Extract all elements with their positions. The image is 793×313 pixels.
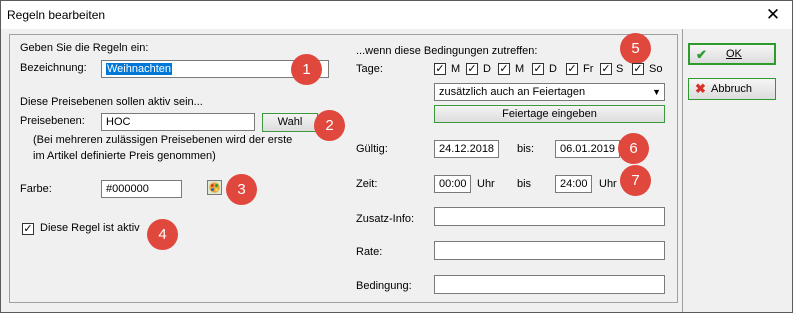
ok-label: OK: [726, 48, 742, 60]
price-levels-label: Preisebenen:: [20, 115, 85, 127]
day-label-mon: M: [451, 63, 461, 75]
note-line-2: im Artikel definierte Preis genommen): [33, 150, 216, 162]
color-label: Farbe:: [20, 183, 52, 195]
time-from-input[interactable]: 00:00: [434, 175, 471, 193]
time-to-value: 24:00: [560, 178, 588, 190]
valid-to-label: bis:: [517, 143, 535, 155]
time-from-unit: Uhr: [477, 178, 495, 190]
condition-input[interactable]: [434, 275, 665, 294]
rules-panel: Geben Sie die Regeln ein: Bezeichnung: W…: [9, 33, 678, 303]
valid-label: Gültig:: [356, 143, 388, 155]
valid-from-input[interactable]: 24.12.2018: [434, 140, 499, 158]
color-picker-button[interactable]: [207, 180, 222, 195]
intro-label: Geben Sie die Regeln ein:: [20, 42, 149, 54]
day-label-sat: S: [616, 63, 624, 75]
day-checkbox-mon[interactable]: ✓: [434, 63, 446, 75]
day-label-sun: So: [649, 63, 663, 75]
time-to-input[interactable]: 24:00: [555, 175, 592, 193]
annotation-badge-5: 5: [620, 33, 651, 64]
day-label-thu: D: [549, 63, 557, 75]
valid-from-value: 24.12.2018: [439, 143, 495, 155]
annotation-badge-1: 1: [291, 54, 322, 85]
day-label-fri: Fr: [583, 63, 594, 75]
name-label: Bezeichnung:: [20, 62, 87, 74]
time-label: Zeit:: [356, 178, 378, 190]
palette-icon: [209, 182, 220, 193]
active-checkbox[interactable]: ✓: [22, 223, 34, 235]
choose-button[interactable]: Wahl: [262, 113, 318, 132]
day-checkbox-fri[interactable]: ✓: [566, 63, 578, 75]
annotation-badge-2: 2: [314, 110, 345, 141]
day-checkbox-tue[interactable]: ✓: [466, 63, 478, 75]
days-label: Tage:: [356, 63, 383, 75]
valid-to-value: 06.01.2019: [560, 143, 616, 155]
price-levels-value: HOC: [106, 116, 131, 128]
checkmark-icon: ✔: [696, 47, 707, 62]
holidays-button[interactable]: Feiertage eingeben: [434, 105, 665, 123]
conditions-heading: ...wenn diese Bedingungen zutreffen:: [356, 45, 538, 57]
active-label: Diese Regel ist aktiv: [40, 222, 140, 234]
rate-label: Rate:: [356, 246, 383, 258]
time-to-unit: Uhr: [599, 178, 617, 190]
close-icon[interactable]: ✕: [758, 3, 788, 27]
valid-to-input[interactable]: 06.01.2019: [555, 140, 620, 158]
note-line-1: (Bei mehreren zulässigen Preisebenen wir…: [33, 134, 293, 146]
time-from-value: 00:00: [439, 178, 467, 190]
window-title: Regeln bearbeiten: [7, 8, 106, 22]
ok-button[interactable]: ✔ OK: [688, 43, 776, 65]
day-checkbox-thu[interactable]: ✓: [532, 63, 544, 75]
cancel-label: Abbruch: [711, 83, 752, 95]
time-to-label: bis: [517, 178, 532, 190]
annotation-badge-4: 4: [147, 219, 178, 250]
cancel-x-icon: ✖: [695, 81, 706, 96]
price-levels-input[interactable]: HOC: [101, 113, 255, 131]
annotation-badge-6: 6: [618, 133, 649, 164]
extra-info-label: Zusatz-Info:: [356, 213, 415, 225]
holiday-option-dropdown[interactable]: zusätzlich auch an Feiertagen ▼: [434, 83, 665, 101]
day-label-wed: M: [515, 63, 525, 75]
dialog-window: Regeln bearbeiten ✕ Geben Sie die Regeln…: [0, 0, 793, 313]
rate-input[interactable]: [434, 241, 665, 260]
price-levels-heading: Diese Preisebenen sollen aktiv sein...: [20, 96, 203, 108]
annotation-badge-3: 3: [226, 174, 257, 205]
extra-info-input[interactable]: [434, 207, 665, 226]
color-value: #000000: [106, 183, 149, 195]
title-bar: Regeln bearbeiten ✕: [1, 1, 792, 29]
dropdown-arrow-icon: ▼: [652, 87, 661, 97]
cancel-button[interactable]: ✖ Abbruch: [688, 78, 776, 100]
color-input[interactable]: #000000: [101, 180, 182, 198]
day-label-tue: D: [483, 63, 491, 75]
vertical-divider: [682, 29, 683, 312]
day-checkbox-sun[interactable]: ✓: [632, 63, 644, 75]
holiday-option-value: zusätzlich auch an Feiertagen: [439, 86, 586, 98]
day-checkbox-sat[interactable]: ✓: [600, 63, 612, 75]
day-checkbox-wed[interactable]: ✓: [498, 63, 510, 75]
condition-label: Bedingung:: [356, 280, 412, 292]
name-value: Weihnachten: [106, 63, 173, 75]
annotation-badge-7: 7: [620, 165, 651, 196]
